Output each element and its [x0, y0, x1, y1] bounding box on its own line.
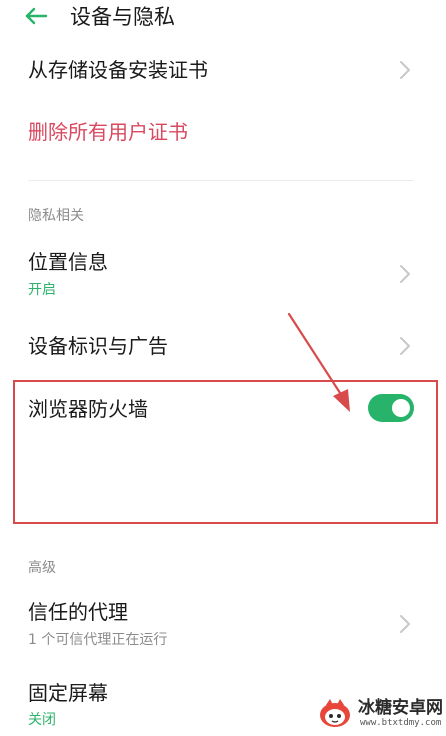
- watermark-logo-icon: [320, 699, 350, 727]
- trust-agent-subtitle: 1 个可信代理正在运行: [28, 632, 168, 648]
- location-status: 开启: [28, 282, 56, 298]
- delete-cert-label: 删除所有用户证书: [28, 120, 188, 144]
- device-id-ads-label: 设备标识与广告: [28, 334, 168, 358]
- browser-firewall-label: 浏览器防火墙: [28, 397, 148, 421]
- settings-page: 设备与隐私 从存储设备安装证书 删除所有用户证书 隐私相关 位置信息 开启 设备…: [0, 0, 446, 736]
- trust-agent-label: 信任的代理: [28, 600, 128, 624]
- chevron-right-icon: [400, 337, 410, 355]
- chevron-right-icon: [400, 615, 410, 633]
- install-cert-label: 从存储设备安装证书: [28, 58, 208, 82]
- toggle-knob: [392, 399, 410, 417]
- chevron-right-icon: [400, 265, 410, 283]
- device-id-ads-row[interactable]: 设备标识与广告: [0, 326, 446, 370]
- location-label: 位置信息: [28, 250, 108, 274]
- location-row[interactable]: 位置信息 开启: [0, 244, 446, 304]
- install-cert-row[interactable]: 从存储设备安装证书: [0, 48, 446, 94]
- trust-agent-row[interactable]: 信任的代理 1 个可信代理正在运行: [0, 596, 446, 654]
- browser-firewall-toggle[interactable]: [368, 394, 414, 422]
- chevron-right-icon: [400, 61, 410, 79]
- watermark: 冰糖安卓网 www.btxtdmy.com: [314, 690, 446, 736]
- arrow-left-icon[interactable]: [22, 2, 50, 30]
- header-bar: 设备与隐私: [0, 0, 446, 40]
- screen-pinning-status: 关闭: [28, 712, 56, 728]
- watermark-title: 冰糖安卓网: [358, 698, 443, 718]
- section-label-privacy: 隐私相关: [28, 208, 84, 224]
- page-title: 设备与隐私: [70, 5, 175, 29]
- section-divider: [28, 180, 414, 181]
- screen-pinning-label: 固定屏幕: [28, 681, 108, 705]
- watermark-url: www.btxtdmy.com: [360, 718, 442, 728]
- delete-cert-row[interactable]: 删除所有用户证书: [0, 112, 446, 156]
- section-label-advanced: 高级: [28, 560, 56, 576]
